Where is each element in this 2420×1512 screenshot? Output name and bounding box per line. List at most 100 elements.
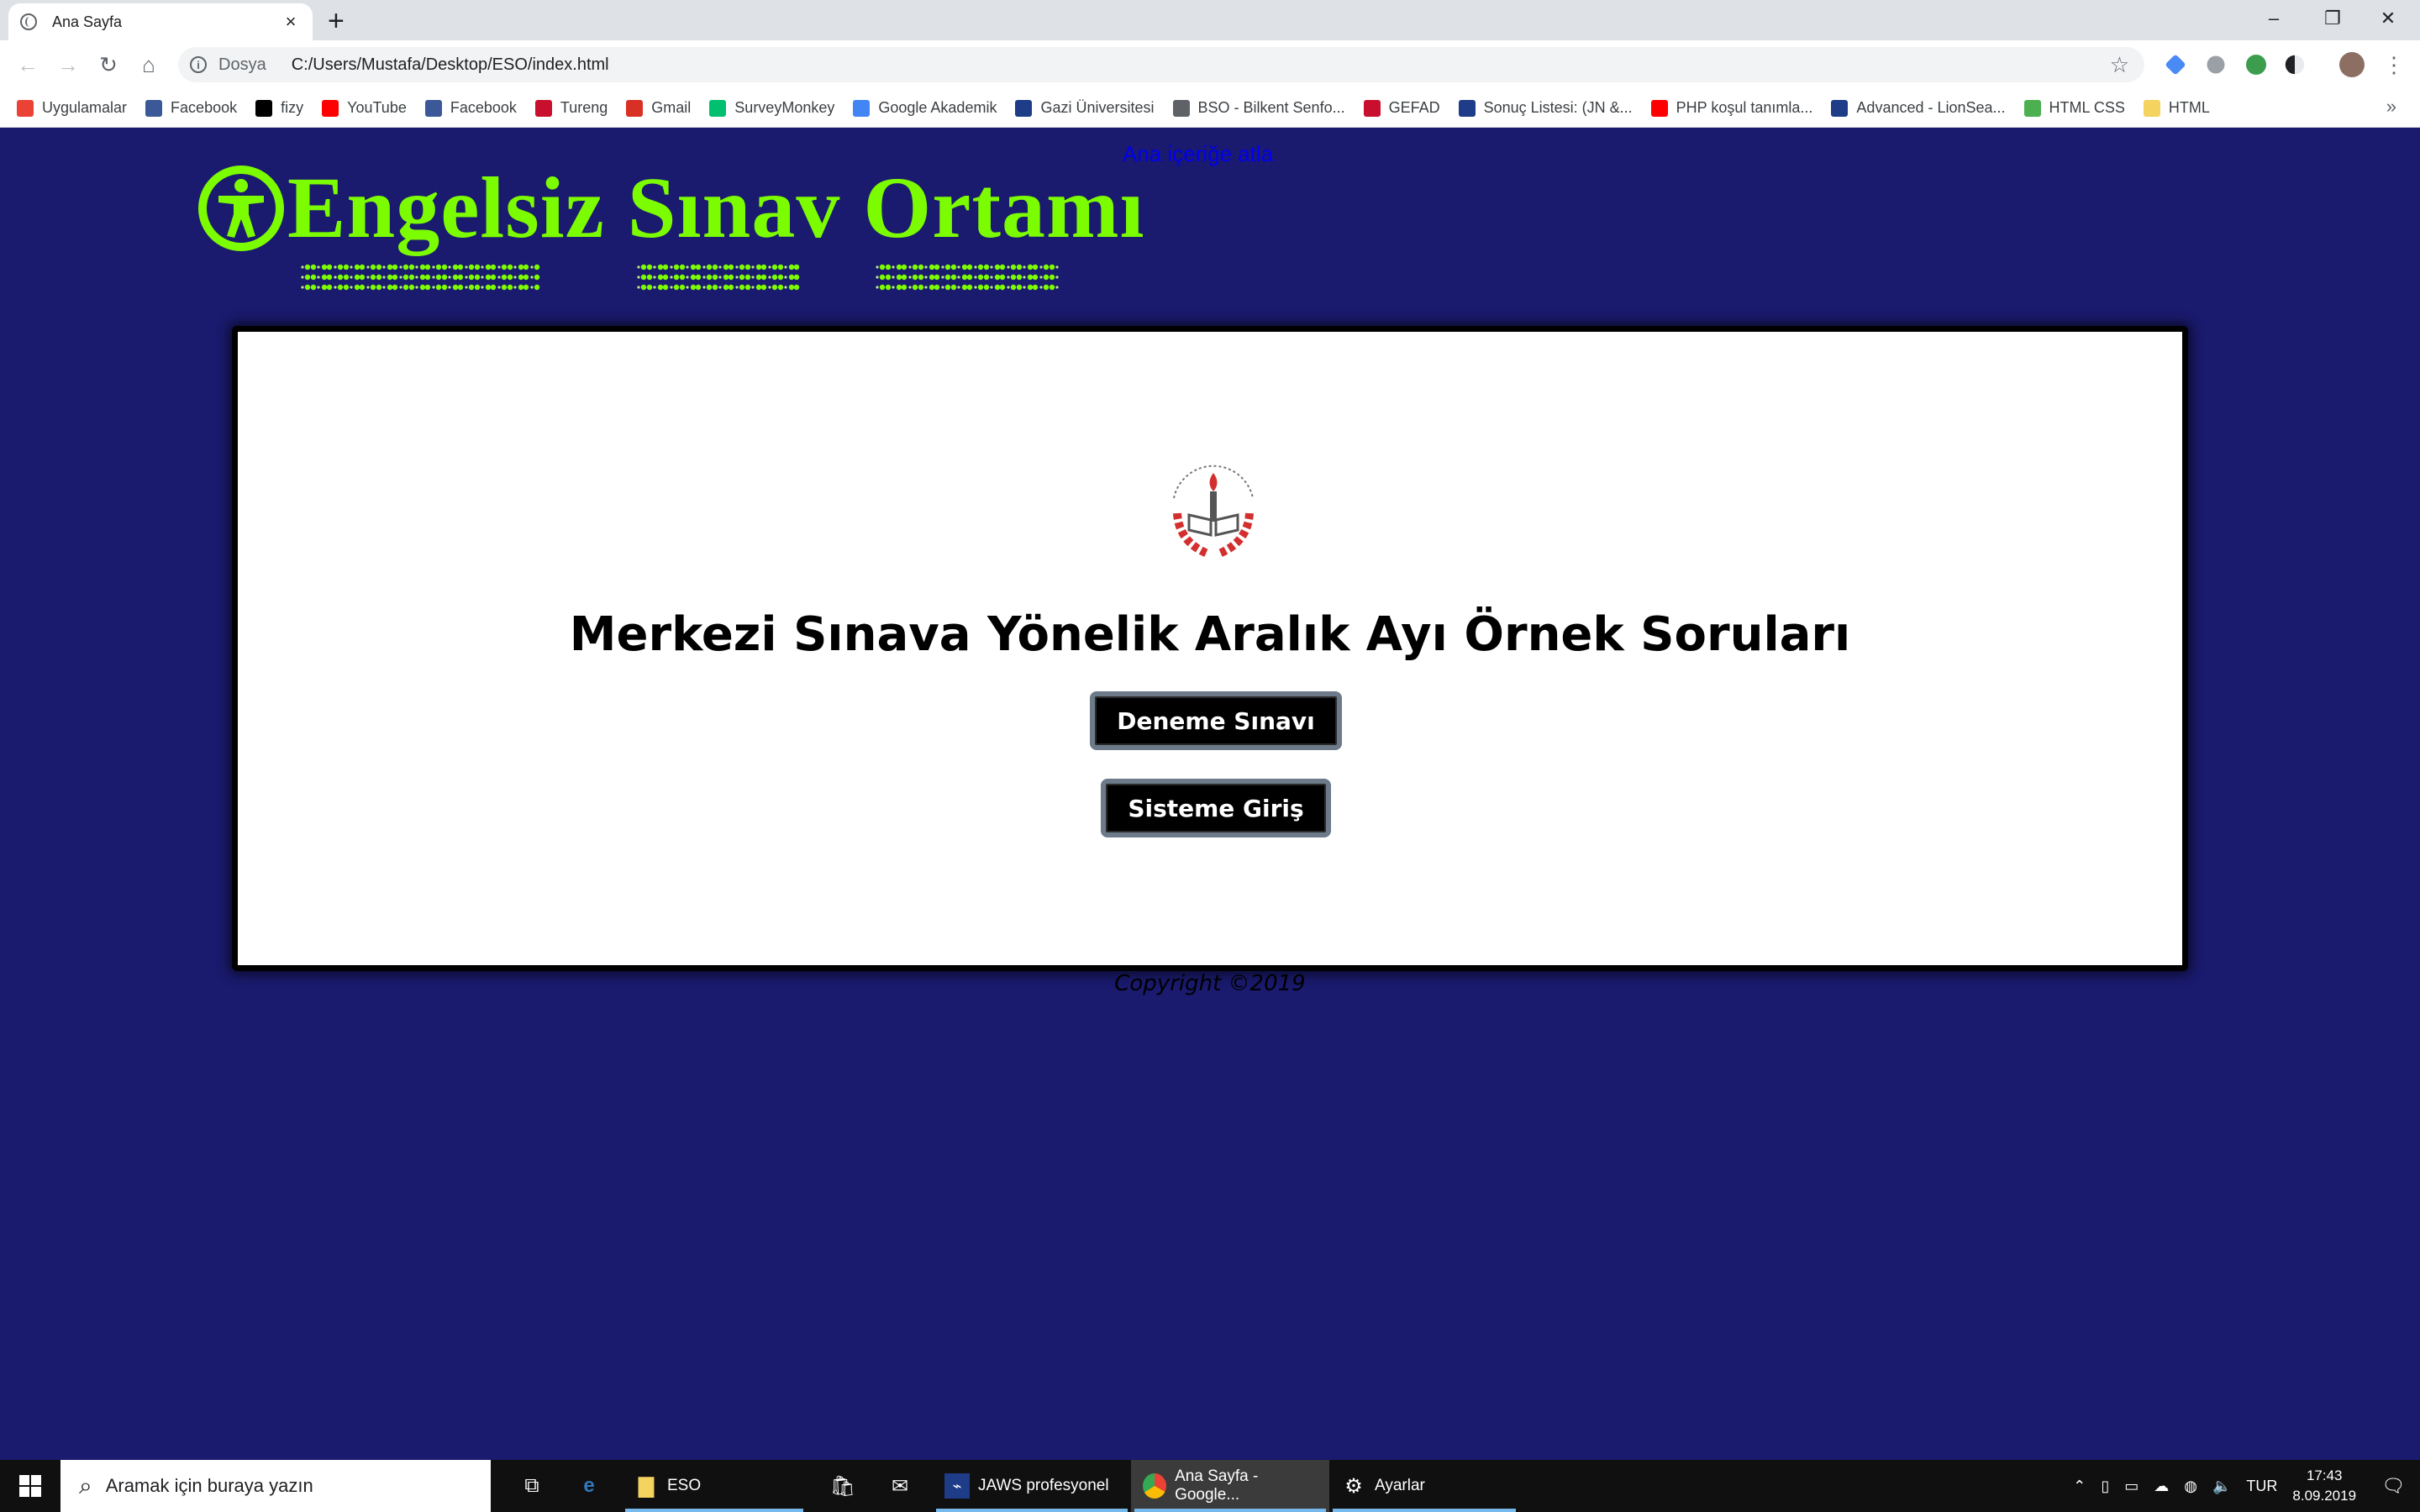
braille-dot [350,265,353,269]
bookmark-label: Gazi Üniversitesi [1040,99,1155,116]
braille-dot [523,284,529,291]
edge-icon[interactable]: e [565,1460,622,1512]
braille-dot [961,274,968,281]
braille-dot [317,265,320,269]
windows-start-button[interactable] [0,1460,60,1512]
braille-dot [490,264,497,270]
battery-icon[interactable]: ▭ [2124,1478,2139,1495]
address-bar[interactable]: i Dosya C:/Users/Mustafa/Desktop/ESO/ind… [178,47,2144,82]
braille-dot [712,274,718,281]
braille-dot [924,286,928,289]
bookmark-item[interactable]: HTML [2143,99,2210,117]
taskbar-item-settings[interactable]: ⚙ Ayarlar [1329,1460,1519,1512]
braille-dot [376,274,382,281]
menu-icon[interactable]: ⋮ [2380,50,2408,79]
bookmark-item[interactable]: Tureng [534,99,608,117]
taskbar-item-eso[interactable]: ▇ ESO [622,1460,807,1512]
braille-dot [662,264,669,270]
minimize-icon[interactable]: – [2245,0,2302,37]
taskbar-search-input[interactable]: ⌕ Aramak için buraya yazın [60,1460,491,1512]
braille-dot [457,284,464,291]
braille-dot [392,274,398,281]
home-icon[interactable]: ⌂ [134,50,163,79]
bookmark-item[interactable]: Google Akademik [853,99,997,117]
braille-dot [518,274,524,281]
forward-icon[interactable]: → [54,50,82,79]
avatar[interactable] [2339,52,2365,77]
braille-dot [523,274,529,281]
mail-icon[interactable]: ✉ [876,1460,933,1512]
braille-dot [1032,274,1039,281]
taskbar-item-chrome[interactable]: Ana Sayfa - Google... [1131,1460,1329,1512]
braille-dot [686,265,689,269]
close-window-icon[interactable]: ✕ [2360,0,2417,37]
braille-dot [771,284,778,291]
dark-mode-icon[interactable] [2285,55,2305,75]
bookmark-item[interactable]: YouTube [322,99,407,117]
back-icon[interactable]: ← [13,50,42,79]
braille-dot [513,286,517,289]
more-bookmarks-icon[interactable]: » [2386,96,2396,118]
bookmark-item[interactable]: BSO - Bilkent Senfo... [1172,99,1345,117]
network-icon[interactable]: ◍ [2184,1478,2197,1495]
bookmark-star-icon[interactable]: ☆ [2110,52,2129,78]
browser-tab[interactable]: Ana Sayfa × [8,3,313,40]
bookmark-item[interactable]: Uygulamalar [17,99,127,117]
braille-dot [481,265,484,269]
braille-dot [457,264,464,270]
url-text[interactable]: C:/Users/Mustafa/Desktop/ESO/index.html [292,55,2110,75]
braille-dot [950,284,957,291]
close-tab-icon[interactable]: × [281,11,301,33]
braille-dot [892,265,895,269]
volume-icon[interactable]: 🔈 [2212,1478,2231,1495]
bookmark-item[interactable]: Sonuç Listesi: (JN &... [1458,99,1633,117]
braille-dot [485,264,492,270]
language-indicator[interactable]: TUR [2246,1478,2277,1495]
task-view-icon[interactable]: ⧉ [508,1460,565,1512]
reload-icon[interactable]: ↻ [94,50,123,79]
new-tab-icon[interactable]: + [328,5,353,38]
clock[interactable]: 17:43 8.09.2019 [2292,1466,2356,1506]
bookmark-item[interactable]: PHP koşul tanımla... [1650,99,1812,117]
practice-exam-button[interactable]: Deneme Sınavı [1090,691,1342,750]
bookmark-item[interactable]: Gmail [626,99,691,117]
taskbar-item-jaws[interactable]: ⌁ JAWS profesyonel [933,1460,1131,1512]
braille-dot [768,265,771,269]
braille-dot [657,274,664,281]
bookmark-item[interactable]: Advanced - LionSea... [1831,99,2006,117]
braille-dot [784,265,787,269]
braille-dot [370,264,376,270]
bookmark-item[interactable]: Facebook [424,99,517,117]
braille-dot [712,264,718,270]
globe-extension-icon[interactable] [2246,55,2266,75]
bookmark-item[interactable]: GEFAD [1363,99,1440,117]
braille-dot [771,264,778,270]
braille-dot [415,265,418,269]
bookmark-item[interactable]: Facebook [145,99,237,117]
bookmark-label: fizy [281,99,304,116]
store-icon[interactable]: 🛍 [818,1460,876,1512]
extension-icon[interactable] [2165,54,2186,76]
info-icon[interactable]: i [190,56,207,73]
braille-dot [1010,264,1017,270]
bookmark-item[interactable]: SurveyMonkey [709,99,834,117]
braille-dot [1016,264,1023,270]
puzzle-extension-icon[interactable] [2207,55,2225,74]
usb-icon[interactable]: ▯ [2101,1478,2109,1495]
braille-dot [760,284,767,291]
gear-icon: ⚙ [1344,1474,1363,1498]
login-button[interactable]: Sisteme Giriş [1101,779,1331,837]
restore-icon[interactable]: ❐ [2304,0,2361,37]
onedrive-icon[interactable]: ☁ [2154,1478,2169,1495]
chevron-up-icon[interactable]: ⌃ [2073,1478,2086,1495]
skip-to-content-link[interactable]: Ana içeriğe atla [1123,141,1273,167]
braille-dot [452,284,459,291]
braille-dot [441,274,448,281]
bookmark-item[interactable]: fizy [255,99,303,117]
bookmark-item[interactable]: HTML CSS [2023,99,2125,117]
braille-dot [646,274,653,281]
bookmark-item[interactable]: Gazi Üniversitesi [1015,99,1155,117]
braille-dot [934,264,940,270]
notifications-icon[interactable]: 🗨 [2381,1475,2405,1497]
braille-dot [490,284,497,291]
